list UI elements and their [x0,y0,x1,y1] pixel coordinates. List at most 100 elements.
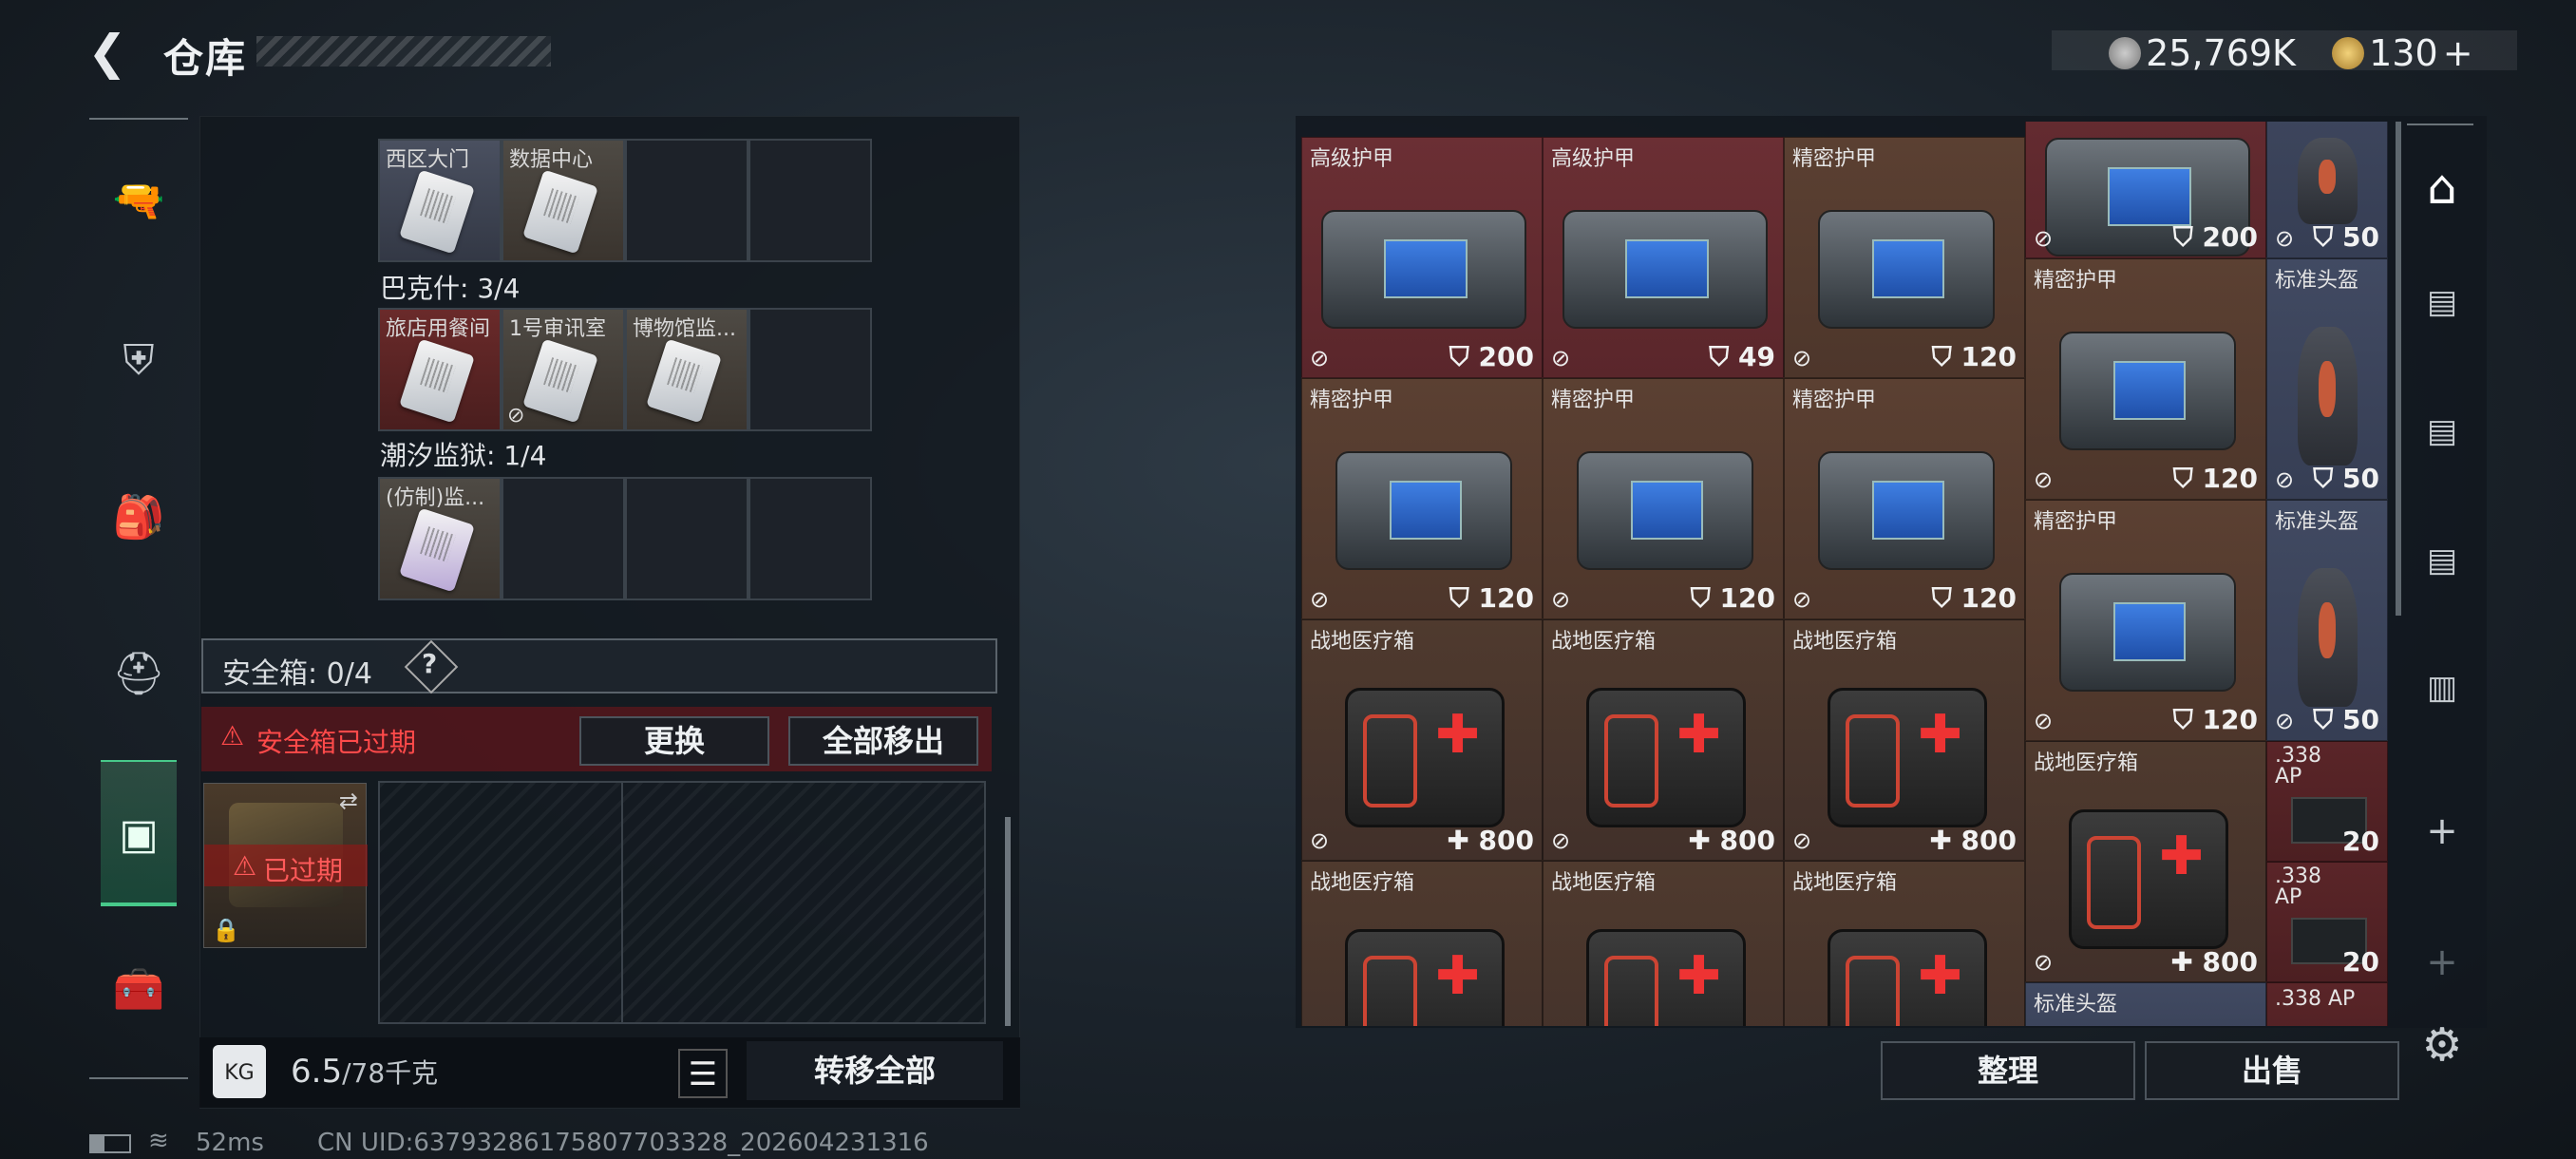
no-insurance-icon: ⊘ [2034,708,2054,734]
list-icon[interactable]: ☰ [678,1049,728,1098]
storage-tab-4-icon[interactable]: ▤ [2401,283,2483,350]
safebox-header: 安全箱: 0/4 ? [201,638,997,694]
empty-slot[interactable] [748,308,872,431]
medkit-icon [2069,808,2228,949]
storage-item[interactable]: ⊘ ⛉ 200 [2025,122,2266,258]
currency1-display: 25,769K [2109,32,2296,74]
item-durability: ⛉ 120 [2172,704,2258,735]
armor-vest-icon[interactable]: ⛨ [101,323,177,399]
item-name: 高级护甲 [1310,147,1394,171]
storage-item[interactable]: 战地医疗箱 [1301,861,1543,1026]
storage-item[interactable]: ⊘ ⛉ 50 [2266,122,2388,258]
item-durability: ⛉ 200 [1449,341,1534,372]
replace-button[interactable]: 更换 [579,716,769,766]
armor-icon [2059,331,2236,450]
no-insurance-icon: ⊘ [1792,827,1812,854]
help-icon[interactable]: ? [422,648,437,679]
gold-coin-icon [2332,37,2364,69]
storage-item[interactable]: 标准头盔 ⊘ ⛉ 50 [2266,258,2388,500]
item-name: .338 AP [2275,744,2321,788]
storage-item[interactable]: .338 AP 20 [2266,741,2388,862]
no-insurance-icon: ⊘ [2034,466,2054,493]
empty-slot[interactable] [748,139,872,262]
storage-item[interactable]: 战地医疗箱 ⊘ ✚ 800 [1784,619,2025,861]
keycard-slot[interactable]: 西区大门 [378,139,502,262]
storage-item[interactable]: 战地医疗箱 ⊘ ✚ 800 [2025,741,2266,982]
keycard-slot[interactable]: 博物馆监... [625,308,748,431]
keycard-icon [399,507,475,593]
item-name: 精密护甲 [1551,389,1636,412]
storage-item[interactable]: 战地医疗箱 [1543,861,1784,1026]
storage-item[interactable]: 精密护甲 ⊘ ⛉ 120 [1301,378,1543,619]
item-durability: ✚ 800 [2170,946,2258,978]
storage-item[interactable]: 精密护甲 ⊘ ⛉ 120 [1543,378,1784,619]
scrollbar[interactable] [1005,817,1011,1026]
keycard-group-label: 潮汐监狱: 1/4 [380,440,547,471]
armor-icon [2059,572,2236,692]
helmet-icon[interactable]: ⛑ [101,636,177,712]
keycard-slot[interactable]: 数据中心 [502,139,625,262]
storage-item[interactable]: 战地医疗箱 ⊘ ✚ 800 [1301,619,1543,861]
weight-icon: KG [213,1045,266,1098]
keycard-icon [522,338,598,424]
storage-tab-3-icon[interactable]: ▥ [2401,669,2483,735]
toolbox-icon[interactable]: 🧰 [101,952,177,1028]
storage-item[interactable]: 精密护甲 ⊘ ⛉ 120 [2025,258,2266,500]
armor-icon [1818,450,1995,570]
storage-tab-4-icon[interactable]: ▤ [2401,412,2483,479]
add-tab-icon[interactable]: + [2401,809,2483,857]
sort-button[interactable]: 整理 [1881,1041,2135,1100]
item-name: .338 AP [2275,864,2321,909]
settings-gear-icon[interactable]: ⚙ [2401,1018,2483,1079]
empty-slot[interactable] [748,477,872,600]
item-name: 精密护甲 [1310,389,1394,412]
keycard-icon [646,338,722,424]
keycard-slot[interactable]: (仿制)监... [378,477,502,600]
storage-item[interactable]: 高级护甲 ⊘ ⛉ 49 [1543,137,1784,378]
tab-divider [2407,124,2473,125]
storage-item[interactable]: 标准头盔 [2025,982,2266,1026]
sell-button[interactable]: 出售 [2145,1041,2399,1100]
storage-item[interactable]: 精密护甲 ⊘ ⛉ 120 [1784,137,2025,378]
no-insurance-icon: ⊘ [1310,345,1330,371]
move-all-out-button[interactable]: 全部移出 [788,716,978,766]
add-tab-icon[interactable]: + [2401,940,2483,988]
add-currency-button[interactable]: + [2443,32,2473,74]
safebox-label: 安全箱: 0/4 [222,657,372,691]
storage-tab-4-icon[interactable]: ▤ [2401,542,2483,608]
storage-item[interactable]: 高级护甲 ⊘ ⛉ 200 [1301,137,1543,378]
item-count: 20 [2342,946,2379,978]
item-name: 标准头盔 [2275,269,2359,293]
medkit-icon [1586,928,1746,1026]
empty-slot[interactable] [502,477,625,600]
uid-text: CN UID:63793286175807703328_202604231316 [317,1129,929,1157]
storage-item[interactable]: 精密护甲 ⊘ ⛉ 120 [1784,378,2025,619]
item-durability: ⛉ 120 [1449,582,1534,614]
backpack-icon[interactable]: 🎒 [101,480,177,556]
keycard-slot[interactable]: 1号审讯室 ⊘ [502,308,625,431]
empty-slot[interactable] [625,477,748,600]
armor-icon [1321,209,1526,329]
safebox-slots-area[interactable] [378,781,986,1024]
item-durability: ⛉ 120 [1690,582,1775,614]
gun-icon[interactable]: 🔫 [101,163,177,239]
storage-item[interactable]: 标准头盔 ⊘ ⛉ 50 [2266,500,2388,741]
keycard-icon [522,169,598,255]
medkit-icon [1586,687,1746,827]
item-name: 战地医疗箱 [1310,630,1415,654]
transfer-all-button[interactable]: 转移全部 [747,1041,1003,1100]
storage-item[interactable]: 精密护甲 ⊘ ⛉ 120 [2025,500,2266,741]
storage-item[interactable]: .338 AP 20 [2266,862,2388,982]
storage-item[interactable]: 战地医疗箱 ⊘ ✚ 800 [1543,619,1784,861]
keycard-slot[interactable]: 旅店用餐间 [378,308,502,431]
armor-icon [1577,450,1753,570]
safebox-item[interactable]: ⚠ 已过期 🔒 ⇄ [203,783,368,948]
storage-item[interactable]: .338 AP [2266,982,2388,1026]
safe-box-icon[interactable]: ▣ [101,760,177,906]
weight-value: 6.5 [291,1053,343,1091]
back-arrow-icon[interactable]: ❮ [87,28,135,76]
storage-tab-icon[interactable]: ⌂ [2401,160,2483,226]
lock-icon: 🔒 [212,917,240,943]
empty-slot[interactable] [625,139,748,262]
storage-item[interactable]: 战地医疗箱 [1784,861,2025,1026]
